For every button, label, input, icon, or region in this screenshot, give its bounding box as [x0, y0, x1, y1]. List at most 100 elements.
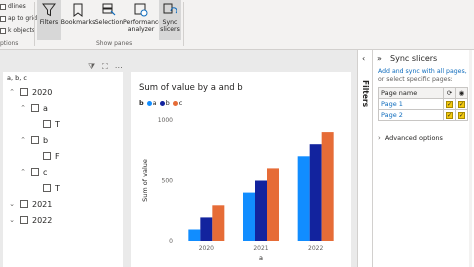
ribbon-separator — [183, 2, 184, 46]
sync-info-text: or select specific pages: — [378, 76, 453, 83]
slicer-checkbox[interactable] — [31, 104, 39, 112]
page-name-cell[interactable]: Page 1 — [378, 98, 444, 110]
ribbon-snap-option[interactable]: ap to grid — [0, 15, 37, 22]
sync-checkbox-cell[interactable]: ✓ — [443, 109, 456, 121]
bar-a-2021[interactable] — [243, 192, 255, 241]
add-sync-all-pages-link[interactable]: Add and sync with all pages, — [378, 68, 467, 75]
bar-a-2022[interactable] — [297, 156, 310, 241]
table-row: Page 2 ✓ ✓ — [378, 109, 468, 121]
show-panes-group-label: Show panes — [96, 40, 133, 47]
pane-scrollbar[interactable] — [469, 50, 472, 267]
advanced-options-toggle[interactable]: › Advanced options — [378, 134, 443, 142]
slicer-item-label: T — [55, 183, 60, 193]
slicer-item-label: b — [43, 135, 49, 145]
chevron-down-icon[interactable]: ⌄ — [8, 216, 16, 224]
slicer-item-a-T[interactable]: T — [43, 118, 60, 130]
eye-icon: ◉ — [458, 89, 465, 97]
slicer-item-label: a — [43, 103, 48, 113]
chevron-up-icon[interactable]: ⌃ — [8, 88, 16, 96]
performance-analyzer-button[interactable]: Performance analyzer — [123, 0, 163, 40]
bar-chart-visual[interactable]: Sum of value by a and b b a b c 0 500 1000… — [131, 72, 351, 267]
filters-pane-collapsed[interactable]: ‹ Filters — [357, 50, 373, 267]
ribbon-separator — [34, 2, 35, 46]
bar-b-2021[interactable] — [255, 180, 267, 242]
x-tick-label: 2022 — [308, 245, 323, 252]
sync-column-header: ⟳ — [443, 87, 456, 99]
bookmarks-pane-button[interactable]: Bookmarks — [61, 0, 95, 40]
snap-checkbox[interactable] — [0, 15, 6, 22]
ribbon-lock-option[interactable]: k objects — [0, 27, 35, 34]
x-tick-label: 2020 — [199, 245, 214, 252]
slicer-checkbox[interactable] — [20, 88, 28, 96]
check-icon[interactable]: ✓ — [458, 112, 465, 119]
chevron-up-icon[interactable]: ⌃ — [19, 104, 27, 112]
sync-pane-title: Sync slicers — [390, 54, 438, 63]
ribbon-gridlines-option[interactable]: dlines — [0, 3, 26, 10]
gridlines-checkbox[interactable] — [0, 3, 6, 10]
bar-c-2022[interactable] — [321, 132, 334, 241]
chevron-up-icon[interactable]: ⌃ — [19, 168, 27, 176]
sync-slicers-pane-button[interactable]: Sync slicers — [159, 0, 181, 40]
slicer-item-c-T[interactable]: T — [43, 182, 60, 194]
selection-pane-button[interactable]: Selection — [95, 0, 123, 40]
slicer-item-a[interactable]: ⌃ a — [19, 102, 48, 114]
slicer-checkbox[interactable] — [20, 200, 28, 208]
more-options-icon[interactable]: ⋯ — [115, 63, 123, 72]
sync-icon: ⟳ — [446, 89, 453, 97]
slicer-checkbox[interactable] — [43, 152, 51, 160]
check-icon[interactable]: ✓ — [458, 101, 465, 108]
chevron-right-icon[interactable]: » — [377, 54, 382, 63]
filters-button-label: Filters — [39, 19, 59, 26]
y-tick-label: 1000 — [158, 117, 173, 124]
chevron-left-icon[interactable]: ‹ — [362, 54, 365, 63]
visible-checkbox-cell[interactable]: ✓ — [455, 109, 468, 121]
check-icon[interactable]: ✓ — [446, 101, 453, 108]
slicer-item-2021[interactable]: ⌄ 2021 — [8, 198, 52, 210]
performance-button-label: Performance analyzer — [123, 19, 163, 33]
selection-icon — [102, 3, 116, 16]
x-axis-label: a — [259, 254, 263, 262]
slicer-header: a, b, c — [7, 74, 27, 82]
chevron-down-icon[interactable]: ⌄ — [8, 200, 16, 208]
slicer-item-b[interactable]: ⌃ b — [19, 134, 48, 146]
slicer-item-c[interactable]: ⌃ c — [19, 166, 47, 178]
slicer-toolbar: ⧩ ⛶ ⋯ — [88, 62, 123, 72]
filter-icon[interactable]: ⧩ — [88, 62, 95, 72]
lock-checkbox[interactable] — [0, 27, 6, 34]
slicer-item-label: 2020 — [32, 87, 53, 97]
filters-pane-label[interactable]: Filters — [361, 80, 370, 107]
sync-info: Add and sync with all pages, or select s… — [378, 68, 472, 84]
performance-icon — [134, 3, 148, 17]
y-tick-label: 0 — [169, 238, 173, 245]
sync-pages-table: Page name ⟳ ◉ Page 1 ✓ ✓ Page 2 ✓ ✓ — [378, 87, 468, 121]
page-name-cell[interactable]: Page 2 — [378, 109, 444, 121]
y-axis-label: Sum of value — [141, 159, 149, 202]
sync-checkbox-cell[interactable]: ✓ — [443, 98, 456, 110]
page-name-header: Page name — [378, 87, 444, 99]
slicer-checkbox[interactable] — [43, 120, 51, 128]
bar-a-2020[interactable] — [188, 229, 201, 241]
bar-c-2020[interactable] — [212, 205, 225, 241]
check-icon[interactable]: ✓ — [446, 112, 453, 119]
table-row: Page 1 ✓ ✓ — [378, 98, 468, 110]
slicer-item-b-F[interactable]: F — [43, 150, 60, 162]
bookmark-icon — [73, 3, 83, 17]
sync-icon — [163, 3, 177, 14]
slicer-checkbox[interactable] — [43, 184, 51, 192]
x-tick-label: 2021 — [253, 245, 268, 252]
visible-checkbox-cell[interactable]: ✓ — [455, 98, 468, 110]
slicer-checkbox[interactable] — [20, 216, 28, 224]
slicer-checkbox[interactable] — [31, 168, 39, 176]
slicer-checkbox[interactable] — [31, 136, 39, 144]
hierarchy-slicer: a, b, c ⌃ 2020 ⌃ a T ⌃ b F ⌃ c T ⌄ 2021 … — [3, 72, 123, 267]
slicer-item-2022[interactable]: ⌄ 2022 — [8, 214, 52, 226]
slicer-item-2020[interactable]: ⌃ 2020 — [8, 86, 52, 98]
bar-b-2020[interactable] — [200, 217, 213, 241]
filters-pane-button[interactable]: Filters — [37, 0, 61, 40]
slicer-item-label: T — [55, 119, 60, 129]
bar-b-2022[interactable] — [309, 144, 322, 241]
bar-c-2021[interactable] — [267, 168, 279, 241]
focus-mode-icon[interactable]: ⛶ — [102, 62, 108, 72]
chevron-up-icon[interactable]: ⌃ — [19, 136, 27, 144]
lock-label: k objects — [8, 27, 35, 34]
